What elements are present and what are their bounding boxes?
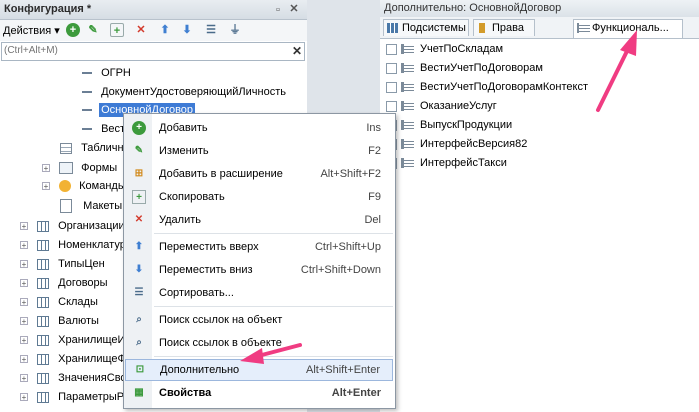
arrow-to-functional-tab [596, 30, 637, 112]
annotation-arrows [240, 30, 637, 364]
arrow-to-additional-item [240, 343, 302, 364]
